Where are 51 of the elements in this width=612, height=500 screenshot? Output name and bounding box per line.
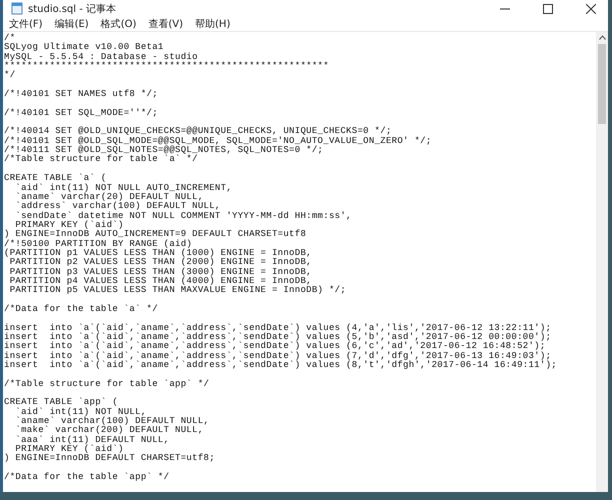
code-line: /*!50100 PARTITION BY RANGE (aid) xyxy=(4,240,192,249)
code-line: `sendDate` datetime NOT NULL COMMENT 'YYYY-MM-dd HH:mm:ss', xyxy=(14,212,352,221)
code-line: (PARTITION p1 VALUES LESS THAN (1000) ENGINE = InnoDB, xyxy=(4,248,312,258)
code-line: SQLyog Ultimate v10.00 Beta1 xyxy=(4,43,164,52)
code-line: /*Table structure for table `app` */ xyxy=(4,380,210,390)
code-line: `aid` int(11) NOT NULL, xyxy=(14,408,147,417)
code-line: /*Data for the table `a` */ xyxy=(4,304,158,314)
close-icon[interactable] xyxy=(586,4,596,14)
code-line: /*!40101 SET @OLD_SQL_MODE=@@SQL_MODE, SQL_MODE='NO_AUTO_VALUE_ON_ZERO' */; xyxy=(4,136,432,146)
code-line: insert into `a`(`aid`,`aname`,`address`,`sendDate`) values (7,'d','dfg','2017-06-13 16:49:03'); xyxy=(4,352,552,361)
menu-item[interactable]: 查看(V) xyxy=(148,17,184,31)
code-line: `aaa` int(11) DEFAULT NULL, xyxy=(14,436,170,445)
code-line: PARTITION p5 VALUES LESS THAN MAXVALUE ENGINE = InnoDB) */; xyxy=(8,286,346,296)
code-line: insert into `a`(`aid`,`aname`,`address`,`sendDate`) values (8,'t','dfgh','2017-06-14 16:49:11'); xyxy=(4,361,557,370)
code-line: /*Data for the table `app` */ xyxy=(4,473,170,482)
code-line: PRIMARY KEY (`aid`) xyxy=(14,445,124,454)
code-line: PARTITION p2 VALUES LESS THAN (2000) ENGINE = InnoDB, xyxy=(8,258,312,268)
code-line: insert into `a`(`aid`,`aname`,`address`,`sendDate`) values (5,'b','asd','2017-06-12 00:00:00'); xyxy=(4,333,552,342)
code-line: ) ENGINE=InnoDB DEFAULT CHARSET=utf8; xyxy=(4,454,215,464)
code-line: PARTITION p3 VALUES LESS THAN (3000) ENGINE = InnoDB, xyxy=(8,268,312,277)
code-line: CREATE TABLE `app` ( xyxy=(4,398,118,408)
code-line: `aid` int(11) NOT NULL AUTO_INCREMENT, xyxy=(14,184,232,192)
code-line: insert into `a`(`aid`,`aname`,`address`,`sendDate`) values (4,'a','lis','2017-06-12 13:22:11'); xyxy=(4,324,552,333)
code-line: /*!40111 SET @OLD_SQL_NOTES=@@SQL_NOTES, SQL_NOTES=0 */; xyxy=(4,146,324,156)
code-line: `make` varchar(200) DEFAULT NULL, xyxy=(14,426,204,436)
code-line: `aname` varchar(100) DEFAULT NULL, xyxy=(14,417,210,426)
code-line: */ xyxy=(4,71,16,81)
code-line: ********************************************************* xyxy=(4,62,329,72)
menu-item[interactable]: 格式(O) xyxy=(100,17,136,31)
code-line: insert into `a`(`aid`,`aname`,`address`,`sendDate`) values (6,'c','ad','2017-06-12 16:48:52'); xyxy=(4,342,546,352)
window-title: studio.sql - 记事本 xyxy=(28,2,116,16)
scrollbar[interactable] xyxy=(596,32,608,492)
code-line: MySQL - 5.5.54 : Database - studio xyxy=(4,52,198,62)
code-line: PARTITION p4 VALUES LESS THAN (4000) ENGINE = InnoDB, xyxy=(8,276,312,286)
scroll-thumb[interactable] xyxy=(598,44,606,124)
code-line: PRIMARY KEY (`aid`) xyxy=(14,220,124,230)
code-line: /*Table structure for table `a` */ xyxy=(4,155,198,165)
code-line: CREATE TABLE `a` ( xyxy=(4,174,107,184)
maximize-icon[interactable] xyxy=(543,4,553,14)
menu-item[interactable]: 文件(F) xyxy=(9,17,43,31)
scroll-up-icon[interactable] xyxy=(598,35,606,40)
code-line: `aname` varchar(20) DEFAULT NULL, xyxy=(14,192,204,202)
notepad-icon xyxy=(11,2,23,15)
menu-item[interactable]: 编辑(E) xyxy=(54,17,89,31)
code-line: /* xyxy=(4,34,16,43)
code-line: /*!40101 SET NAMES utf8 */; xyxy=(4,90,158,100)
code-line: `address` varchar(100) DEFAULT NULL, xyxy=(14,202,221,212)
menu-item[interactable]: 帮助(H) xyxy=(195,17,230,31)
code-line: ) ENGINE=InnoDB AUTO_INCREMENT=9 DEFAULT CHARSET=utf8 xyxy=(4,230,306,240)
code-line: /*!40014 SET @OLD_UNIQUE_CHECKS=@@UNIQUE_CHECKS, UNIQUE_CHECKS=0 */; xyxy=(4,127,392,136)
code-line: /*!40101 SET SQL_MODE=''*/; xyxy=(4,108,158,118)
